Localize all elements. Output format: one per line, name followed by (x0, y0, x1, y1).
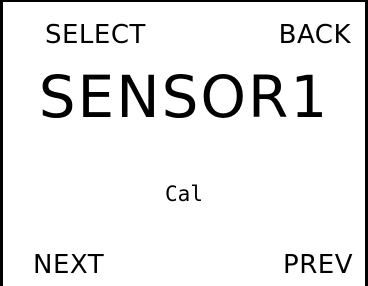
prev-softkey[interactable]: PREV (283, 252, 353, 278)
menu-title: SENSOR1 (38, 63, 330, 131)
next-softkey[interactable]: NEXT (33, 252, 104, 278)
menu-subtitle: Cal (165, 182, 203, 206)
back-softkey[interactable]: BACK (279, 22, 351, 48)
select-softkey[interactable]: SELECT (45, 22, 146, 48)
lcd-screen: SELECT BACK SENSOR1 Cal NEXT PREV (0, 0, 368, 286)
